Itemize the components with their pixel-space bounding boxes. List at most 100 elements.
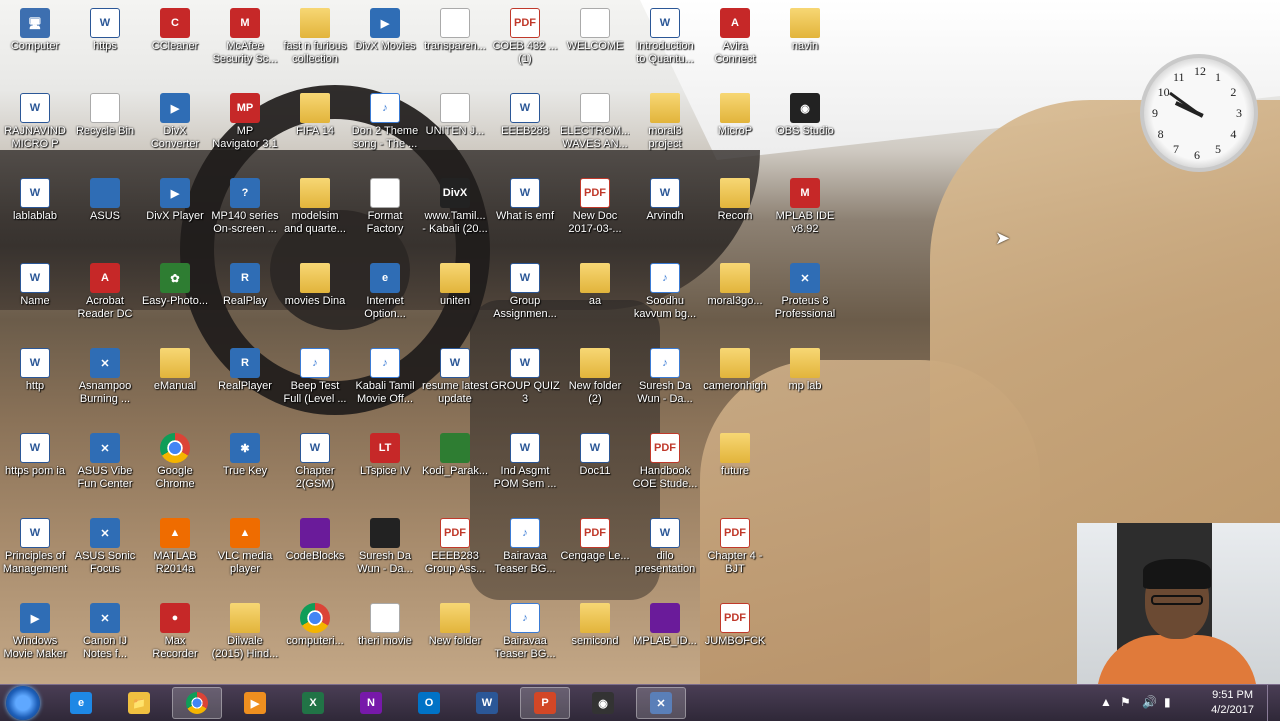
desktop-icon[interactable]: semicond xyxy=(560,603,630,648)
desktop-icon[interactable]: Kodi_Parak... xyxy=(420,433,490,478)
desktop-icon[interactable]: transparen... xyxy=(420,8,490,53)
desktop-icon[interactable]: Wlablablab xyxy=(0,178,70,223)
desktop-icon[interactable]: ✕ Asnampoo Burning ... xyxy=(70,348,140,406)
desktop-icon[interactable]: W Group Assignmen... xyxy=(490,263,560,321)
desktop-icon[interactable]: ASUS xyxy=(70,178,140,223)
desktop-icon[interactable]: moral3go... xyxy=(700,263,770,308)
desktop-icon[interactable]: aa xyxy=(560,263,630,308)
desktop-icon[interactable]: 🗑 Recycle Bin xyxy=(70,93,140,138)
desktop-icon[interactable]: W Chapter 2(GSM) xyxy=(280,433,350,491)
desktop-icon[interactable]: DivX www.Tamil... - Kabali (20... xyxy=(420,178,490,236)
desktop-icon[interactable]: future xyxy=(700,433,770,478)
desktop-icon[interactable]: New folder xyxy=(420,603,490,648)
desktop-icon[interactable]: M McAfee Security Sc... xyxy=(210,8,280,66)
desktop-icon[interactable]: W Ind Asgmt POM Sem ... xyxy=(490,433,560,491)
desktop-icon[interactable]: Google Chrome xyxy=(140,433,210,491)
desktop-icon[interactable]: eManual xyxy=(140,348,210,393)
desktop-icon[interactable]: Wresume latest update xyxy=(420,348,490,406)
desktop-icon[interactable]: ✕ Proteus 8 Professional xyxy=(770,263,840,321)
desktop-icon[interactable]: PDF EEEB283 Group Ass... xyxy=(420,518,490,576)
desktop-icon[interactable]: W Introduction to Quantu... xyxy=(630,8,700,66)
desktop-icon[interactable]: ▲ VLC media player xyxy=(210,518,280,576)
desktop-icon[interactable]: PDF New Doc 2017-03-... xyxy=(560,178,630,236)
network-icon[interactable]: ▮ xyxy=(1164,695,1171,709)
desktop-icon[interactable]: ▶ DivX Player xyxy=(140,178,210,223)
desktop-icon[interactable]: movies Dina xyxy=(280,263,350,308)
desktop-icon[interactable]: Suresh Da Wun - Da... xyxy=(350,518,420,576)
desktop-icon[interactable]: fast n furious collection xyxy=(280,8,350,66)
desktop-icon[interactable]: cameronhigh xyxy=(700,348,770,393)
desktop-icon[interactable]: MP MP Navigator 3.1 xyxy=(210,93,280,151)
media-player-taskbar-button[interactable]: ▶ xyxy=(230,687,280,719)
desktop-icon[interactable]: Wdilo presentation xyxy=(630,518,700,576)
desktop-icon[interactable]: Recom xyxy=(700,178,770,223)
action-center-flag-icon[interactable]: ⚑ xyxy=(1120,695,1131,709)
excel-taskbar-button[interactable]: X xyxy=(288,687,338,719)
desktop-icon[interactable]: ELECTROM... WAVES AN... xyxy=(560,93,630,151)
start-button[interactable] xyxy=(6,686,40,720)
desktop-icon[interactable]: CodeBlocks xyxy=(280,518,350,563)
desktop-icon[interactable]: W Name xyxy=(0,263,70,308)
desktop-icon[interactable]: PDF JUMBOFCK xyxy=(700,603,770,648)
desktop-icon[interactable]: ▲ MATLAB R2014a xyxy=(140,518,210,576)
desktop-icon[interactable]: ♪ Don 2 Theme song - The ... xyxy=(350,93,420,151)
desktop-icon[interactable]: ♪ Kabali Tamil Movie Off... xyxy=(350,348,420,406)
desktop-icon[interactable]: ? MP140 series On-screen ... xyxy=(210,178,280,236)
desktop-icon[interactable]: A Acrobat Reader DC xyxy=(70,263,140,321)
desktop-icon[interactable]: Whttps pom ia xyxy=(0,433,70,478)
desktop-icon[interactable]: PDF Handbook COE Stude... xyxy=(630,433,700,491)
desktop-icon[interactable]: ✕ Canon IJ Notes f... xyxy=(70,603,140,661)
desktop-icon[interactable]: modelsim and quarte... xyxy=(280,178,350,236)
desktop-icon[interactable]: PDF COEB 432 ... (1) xyxy=(490,8,560,66)
tray-clock[interactable]: 9:51 PM 4/2/2017 xyxy=(1211,688,1254,718)
desktop-icon[interactable]: F Format Factory xyxy=(350,178,420,236)
obs-taskbar-button[interactable]: ◉ xyxy=(578,687,628,719)
desktop-icon[interactable]: ✕ ASUS Vibe Fun Center xyxy=(70,433,140,491)
desktop-icon[interactable]: PDF Chapter 4 - BJT xyxy=(700,518,770,576)
desktop-icon[interactable]: Whttp xyxy=(0,348,70,393)
desktop-icon[interactable]: MPLAB_ID... xyxy=(630,603,700,648)
desktop-icon[interactable]: PDF Cengage Le... xyxy=(560,518,630,563)
show-desktop-button[interactable] xyxy=(1267,685,1280,721)
desktop-icon[interactable]: e Internet Option... xyxy=(350,263,420,321)
desktop-icon[interactable]: W What is emf xyxy=(490,178,560,223)
onenote-taskbar-button[interactable]: N xyxy=(346,687,396,719)
desktop-icon[interactable]: ♪ Suresh Da Wun - Da... xyxy=(630,348,700,406)
desktop-icon[interactable]: WELCOME xyxy=(560,8,630,53)
desktop-icon[interactable]: Whttps xyxy=(70,8,140,53)
proteus-taskbar-button[interactable]: ✕ xyxy=(636,687,686,719)
word-taskbar-button[interactable]: W xyxy=(462,687,512,719)
desktop-icon[interactable]: ◉ OBS Studio xyxy=(770,93,840,138)
clock-gadget[interactable]: 12 1 2 3 4 5 6 7 8 9 10 11 xyxy=(1140,54,1258,172)
desktop-icon[interactable]: theri movie xyxy=(350,603,420,648)
desktop-icon[interactable]: W Doc11 xyxy=(560,433,630,478)
file-explorer-taskbar-button[interactable]: 📁 xyxy=(114,687,164,719)
desktop-icon[interactable]: New folder (2) xyxy=(560,348,630,406)
internet-explorer-taskbar-button[interactable]: e xyxy=(56,687,106,719)
desktop-icon[interactable]: W EEEB283 xyxy=(490,93,560,138)
desktop-icon[interactable]: navin xyxy=(770,8,840,53)
desktop-icon[interactable]: ▶ DivX Movies xyxy=(350,8,420,53)
desktop-icon[interactable]: ✕ ASUS Sonic Focus xyxy=(70,518,140,576)
desktop-icon[interactable]: ♪ Beep Test Full (Level ... xyxy=(280,348,350,406)
desktop-icon[interactable]: 🖥 Computer xyxy=(0,8,70,53)
desktop-icon[interactable]: R RealPlay xyxy=(210,263,280,308)
desktop-icon[interactable]: ▶ Windows Movie Maker xyxy=(0,603,70,661)
desktop-icon[interactable]: ♪ Bairavaa Teaser BG... xyxy=(490,603,560,661)
tray-overflow-chevron-icon[interactable]: ▲ xyxy=(1100,695,1112,709)
desktop-icon[interactable]: LT LTspice IV xyxy=(350,433,420,478)
desktop-icon[interactable]: ✱ True Key xyxy=(210,433,280,478)
desktop-icon[interactable]: W RAJNAVIND MICRO P xyxy=(0,93,70,151)
desktop-icon[interactable]: computeri... xyxy=(280,603,350,648)
powerpoint-taskbar-button[interactable]: P xyxy=(520,687,570,719)
desktop-icon[interactable]: ● Max Recorder xyxy=(140,603,210,661)
desktop-icon[interactable]: FIFA 14 xyxy=(280,93,350,138)
desktop-icon[interactable]: Dilwale (2015) Hind... xyxy=(210,603,280,661)
volume-icon[interactable]: 🔊 xyxy=(1142,695,1157,709)
desktop-icon[interactable]: ✿ Easy-Photo... xyxy=(140,263,210,308)
chrome-taskbar-button[interactable] xyxy=(172,687,222,719)
outlook-taskbar-button[interactable]: O xyxy=(404,687,454,719)
desktop-icon[interactable]: W Arvindh xyxy=(630,178,700,223)
desktop-icon[interactable]: UNITEN J... xyxy=(420,93,490,138)
desktop-icon[interactable]: ▶ DivX Converter xyxy=(140,93,210,151)
